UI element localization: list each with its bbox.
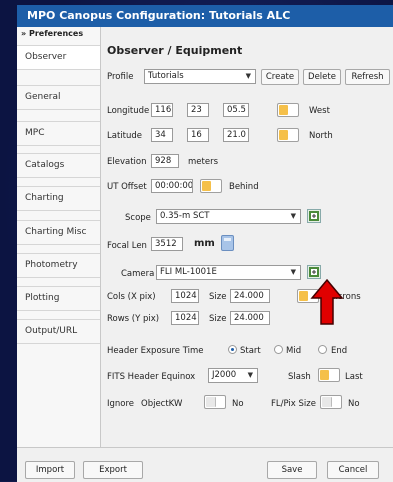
dialog-footer: Import Export Save Cancel bbox=[17, 447, 393, 482]
objectkw-label: ObjectKW bbox=[141, 399, 183, 409]
sidebar-item-charting-misc[interactable]: Charting Misc bbox=[17, 220, 100, 245]
fl-pix-size-toggle[interactable] bbox=[320, 395, 342, 409]
header-exposure-label: Header Exposure Time bbox=[107, 346, 204, 356]
exposure-mid-label: Mid bbox=[286, 346, 302, 356]
cols-size-label: Size bbox=[209, 292, 227, 302]
profile-label: Profile bbox=[107, 72, 134, 82]
chevron-down-icon: ▼ bbox=[247, 371, 253, 379]
camera-label: Camera bbox=[121, 269, 155, 279]
longitude-minutes-field[interactable]: 23 bbox=[187, 103, 209, 117]
profile-value: Tutorials bbox=[148, 71, 184, 81]
sidebar-item-output-url[interactable]: Output/URL bbox=[17, 319, 100, 344]
scope-value: 0.35-m SCT bbox=[160, 211, 210, 221]
focal-length-unit: mm bbox=[194, 238, 215, 249]
delete-button[interactable]: Delete bbox=[303, 69, 341, 85]
sidebar-item-observer[interactable]: Observer bbox=[17, 45, 100, 70]
focal-length-label: Focal Len bbox=[107, 241, 147, 251]
west-label: West bbox=[309, 106, 330, 116]
equinox-select[interactable]: J2000 ▼ bbox=[208, 368, 258, 383]
behind-label: Behind bbox=[229, 182, 259, 192]
equinox-value: J2000 bbox=[212, 370, 237, 380]
slash-label: Slash bbox=[288, 372, 311, 382]
sidebar-item-photometry[interactable]: Photometry bbox=[17, 253, 100, 278]
fl-pix-size-label: FL/Pix Size bbox=[271, 399, 316, 409]
scope-label: Scope bbox=[125, 213, 151, 223]
chevron-down-icon: ▼ bbox=[290, 268, 296, 276]
slash-toggle[interactable] bbox=[318, 368, 340, 382]
scope-edit-icon[interactable] bbox=[307, 209, 321, 223]
elevation-unit: meters bbox=[188, 157, 218, 167]
cols-field[interactable]: 1024 bbox=[171, 289, 199, 303]
profile-select[interactable]: Tutorials ▼ bbox=[144, 69, 256, 84]
exposure-start-radio[interactable] bbox=[228, 345, 237, 354]
section-title: Observer / Equipment bbox=[107, 44, 243, 57]
rows-field[interactable]: 1024 bbox=[171, 311, 199, 325]
camera-select[interactable]: FLI ML-1001E ▼ bbox=[156, 265, 301, 280]
refresh-button[interactable]: Refresh bbox=[345, 69, 390, 85]
exposure-mid-radio[interactable] bbox=[274, 345, 283, 354]
cols-size-field[interactable]: 24.000 bbox=[230, 289, 270, 303]
rows-size-field[interactable]: 24.000 bbox=[230, 311, 270, 325]
ut-offset-field[interactable]: 00:00:00 bbox=[151, 179, 193, 193]
scope-select[interactable]: 0.35-m SCT ▼ bbox=[156, 209, 301, 224]
last-label: Last bbox=[345, 372, 363, 382]
latitude-degrees-field[interactable]: 34 bbox=[151, 128, 173, 142]
longitude-label: Longitude bbox=[107, 106, 150, 116]
chevron-down-icon: ▼ bbox=[290, 212, 296, 220]
sidebar-item-plotting[interactable]: Plotting bbox=[17, 286, 100, 311]
window-title: MPO Canopus Configuration: Tutorials ALC bbox=[17, 5, 393, 27]
sidebar-header[interactable]: » Preferences bbox=[21, 29, 83, 38]
longitude-degrees-field[interactable]: 116 bbox=[151, 103, 173, 117]
exposure-end-radio[interactable] bbox=[318, 345, 327, 354]
preferences-sidebar: » Preferences Observer General MPC Catal… bbox=[17, 27, 101, 447]
objectkw-toggle[interactable] bbox=[204, 395, 226, 409]
cancel-button[interactable]: Cancel bbox=[327, 461, 379, 479]
fl-pix-size-no-label: No bbox=[348, 399, 360, 409]
annotation-arrow-icon bbox=[310, 278, 344, 325]
north-toggle[interactable] bbox=[277, 128, 299, 142]
sidebar-item-general[interactable]: General bbox=[17, 85, 100, 110]
focal-length-field[interactable]: 3512 bbox=[151, 237, 183, 251]
west-toggle[interactable] bbox=[277, 103, 299, 117]
observer-equipment-panel: Observer / Equipment Profile Tutorials ▼… bbox=[101, 27, 393, 447]
elevation-label: Elevation bbox=[107, 157, 147, 167]
exposure-end-label: End bbox=[331, 346, 348, 356]
cols-label: Cols (X pix) bbox=[107, 292, 156, 302]
config-window: MPO Canopus Configuration: Tutorials ALC… bbox=[17, 5, 393, 482]
latitude-seconds-field[interactable]: 21.0 bbox=[223, 128, 249, 142]
chevron-down-icon: ▼ bbox=[245, 72, 251, 80]
exposure-start-label: Start bbox=[240, 346, 261, 356]
latitude-minutes-field[interactable]: 16 bbox=[187, 128, 209, 142]
objectkw-no-label: No bbox=[232, 399, 244, 409]
export-button[interactable]: Export bbox=[83, 461, 143, 479]
sidebar-item-catalogs[interactable]: Catalogs bbox=[17, 153, 100, 178]
behind-toggle[interactable] bbox=[200, 179, 222, 193]
ut-offset-label: UT Offset bbox=[107, 182, 147, 192]
import-button[interactable]: Import bbox=[25, 461, 75, 479]
create-button[interactable]: Create bbox=[261, 69, 299, 85]
elevation-field[interactable]: 928 bbox=[151, 154, 179, 168]
ignore-label: Ignore bbox=[107, 399, 135, 409]
calculator-icon[interactable] bbox=[221, 235, 234, 251]
rows-label: Rows (Y pix) bbox=[107, 314, 160, 324]
camera-edit-icon[interactable] bbox=[307, 265, 321, 279]
longitude-seconds-field[interactable]: 05.5 bbox=[223, 103, 249, 117]
sidebar-item-charting[interactable]: Charting bbox=[17, 186, 100, 211]
sidebar-item-mpc[interactable]: MPC bbox=[17, 121, 100, 146]
rows-size-label: Size bbox=[209, 314, 227, 324]
camera-value: FLI ML-1001E bbox=[160, 267, 217, 277]
latitude-label: Latitude bbox=[107, 131, 142, 141]
north-label: North bbox=[309, 131, 333, 141]
fits-equinox-label: FITS Header Equinox bbox=[107, 372, 196, 382]
save-button[interactable]: Save bbox=[267, 461, 317, 479]
